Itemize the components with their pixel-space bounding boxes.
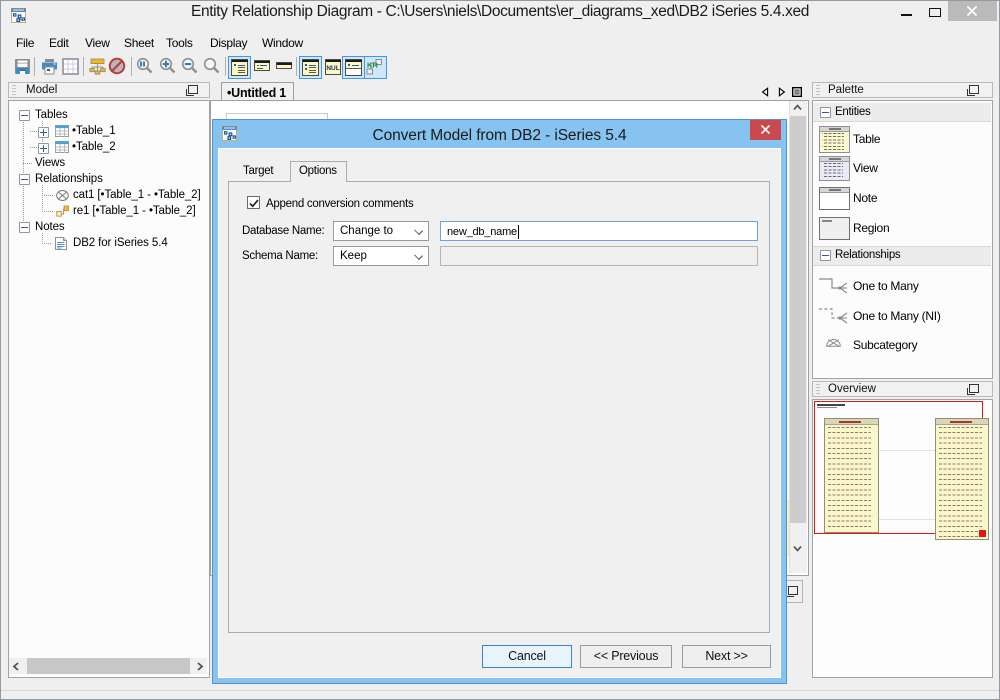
svg-text:KR: KR (367, 61, 378, 70)
